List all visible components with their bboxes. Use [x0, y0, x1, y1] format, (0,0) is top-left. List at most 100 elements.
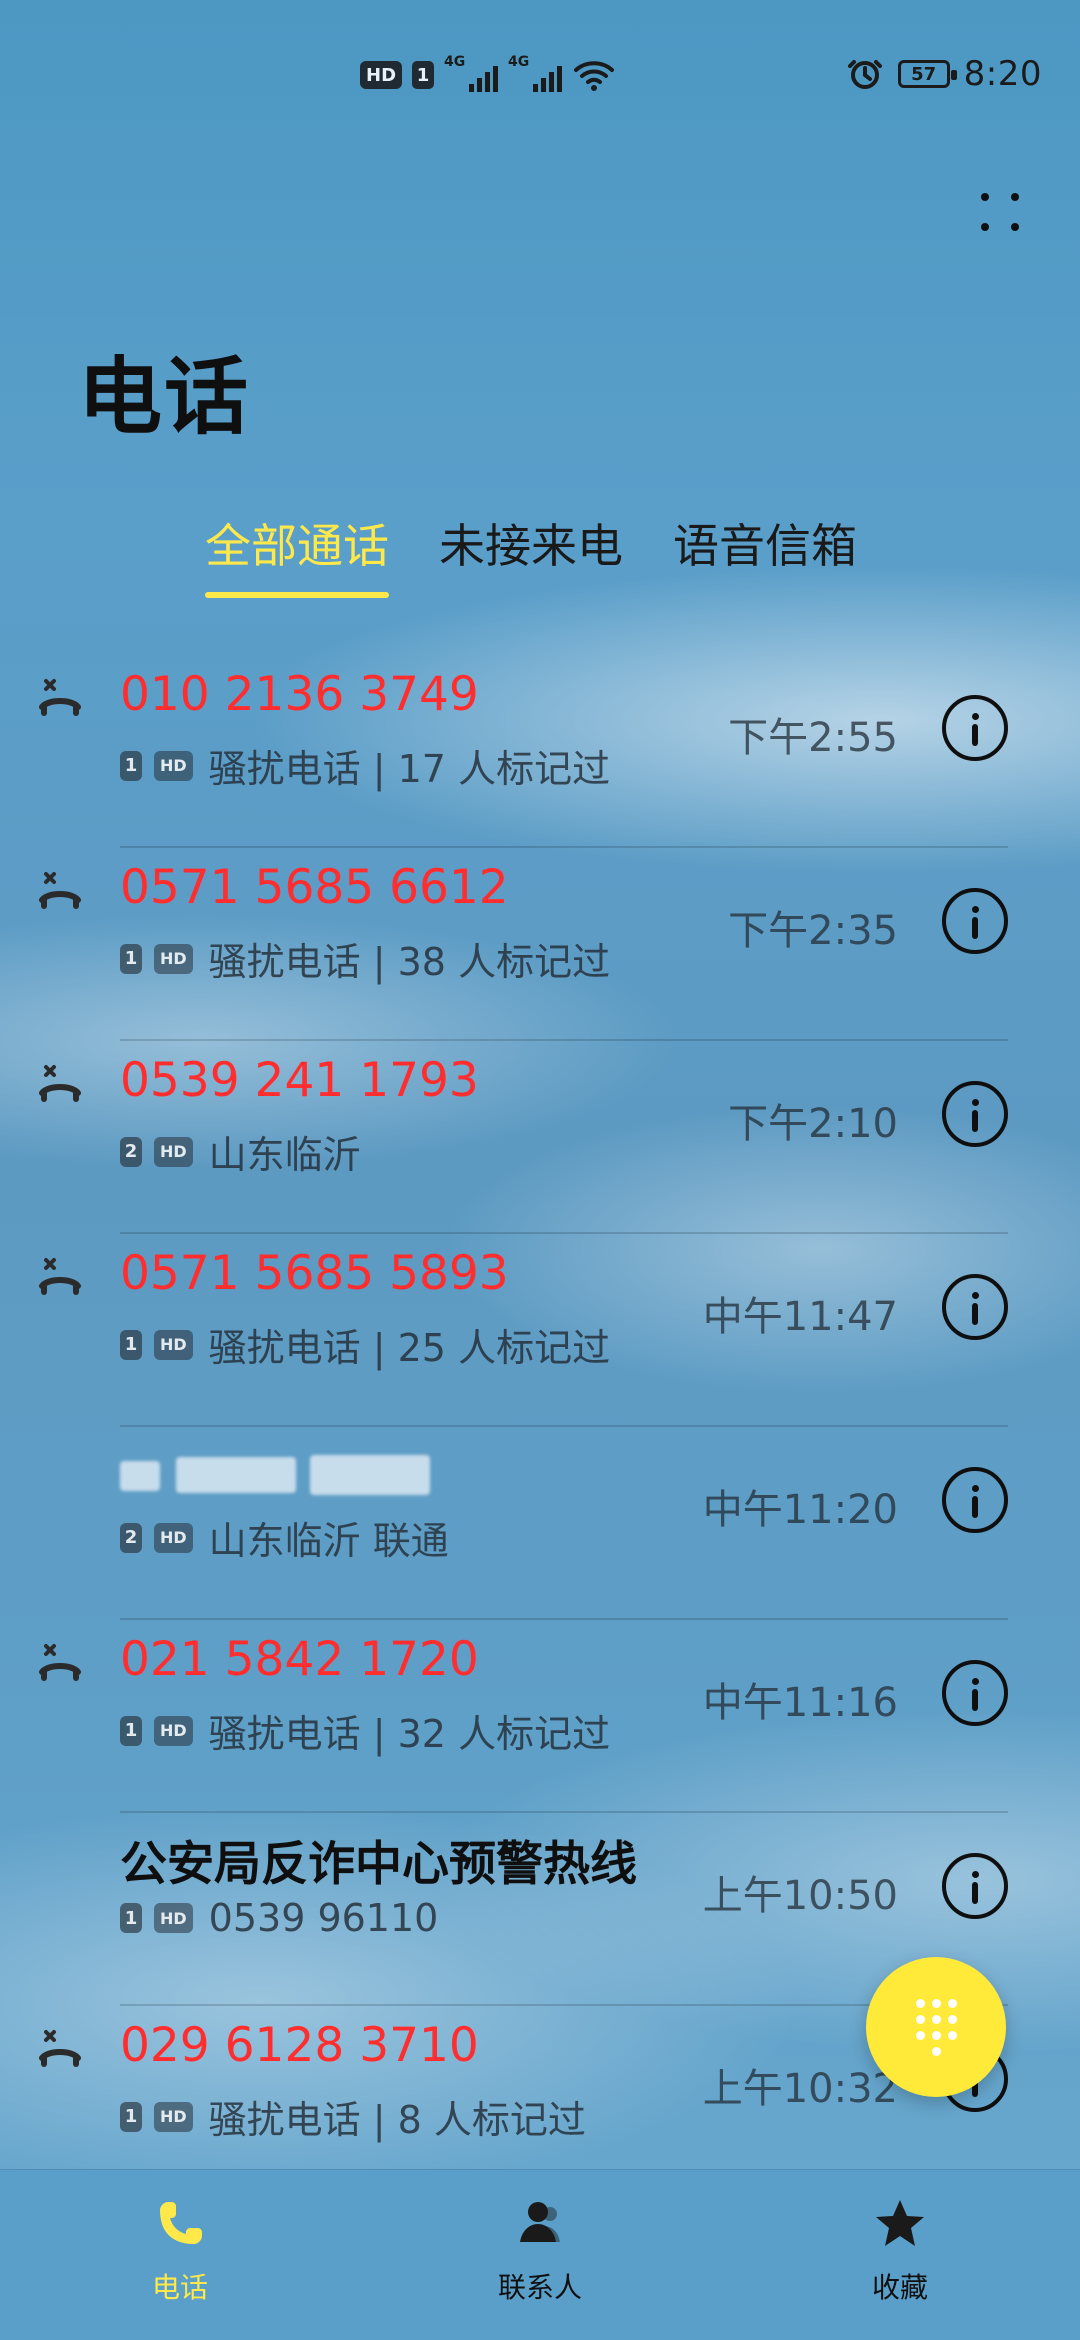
sim1-icon: 1 [412, 61, 435, 89]
alarm-icon [847, 60, 882, 89]
call-time: 下午2:10 [728, 1101, 898, 1147]
call-detail-text: 骚扰电话 | 32 人标记过 [208, 1712, 611, 1756]
sim-indicator: 1 [120, 943, 142, 974]
missed-call-icon [36, 2024, 84, 2072]
signal-icon-1: 4G [444, 54, 499, 92]
status-time: 8:20 [963, 54, 1042, 94]
sim-indicator: 1 [120, 2101, 142, 2132]
call-time: 中午11:47 [702, 1294, 898, 1340]
call-row[interactable]: 0571 5685 5893 1 HD 骚扰电话 | 25 人标记过 中午11:… [0, 1234, 1080, 1427]
call-row[interactable]: 010 2136 3749 1 HD 骚扰电话 | 17 人标记过 下午2:55 [0, 655, 1080, 848]
call-tabs: 全部通话 未接来电 语音信箱 [205, 510, 857, 598]
info-icon[interactable] [942, 1274, 1008, 1340]
signal-icon-2: 4G [508, 54, 563, 92]
redacted-number [120, 1447, 460, 1505]
hd-call-badge: HD [154, 943, 193, 974]
call-detail-text: 0539 96110 [208, 1896, 439, 1940]
tab-missed-calls[interactable]: 未接来电 [439, 510, 623, 598]
info-icon[interactable] [942, 888, 1008, 954]
hd-call-badge: HD [154, 1329, 193, 1360]
call-time: 下午2:35 [728, 908, 898, 954]
page-title: 电话 [78, 348, 251, 446]
call-number: 0571 5685 6612 [120, 860, 509, 915]
hd-call-badge: HD [154, 1715, 193, 1746]
call-number: 021 5842 1720 [120, 1632, 479, 1687]
battery-level: 57 [911, 63, 937, 85]
signal-bars-1 [469, 66, 499, 92]
nav-contacts[interactable]: 联系人 [430, 2192, 650, 2332]
info-icon[interactable] [942, 1467, 1008, 1533]
tab-voicemail[interactable]: 语音信箱 [673, 510, 857, 598]
call-number: 010 2136 3749 [120, 667, 479, 722]
phone-icon [160, 2202, 202, 2244]
hd-icon: HD [360, 61, 403, 89]
more-dots-icon[interactable] [970, 182, 1030, 242]
call-time: 中午11:20 [702, 1487, 898, 1533]
call-detail-text: 骚扰电话 | 38 人标记过 [208, 940, 611, 984]
hd-call-badge: HD [154, 1136, 193, 1167]
status-left: HD 1 4G 4G [360, 54, 616, 92]
sim-indicator: 1 [120, 1903, 142, 1933]
signal-bars-2 [533, 66, 563, 92]
call-time: 下午2:55 [728, 715, 898, 761]
call-detail-text: 山东临沂 联通 [208, 1519, 449, 1563]
hd-call-badge: HD [154, 1522, 193, 1553]
nav-favorites-label: 收藏 [871, 2271, 928, 2304]
dialpad-icon [915, 1998, 957, 2056]
missed-call-icon [36, 1252, 84, 1300]
call-detail: 1 HD 骚扰电话 | 8 人标记过 [120, 2089, 586, 2144]
call-number: 0539 241 1793 [120, 1053, 479, 1108]
call-contact-name: 公安局反诈中心预警热线 [120, 1837, 637, 1892]
call-detail: 1 HD 骚扰电话 | 32 人标记过 [120, 1703, 610, 1758]
call-detail-text: 骚扰电话 | 25 人标记过 [208, 1326, 611, 1370]
call-detail: 1 HD 0539 96110 [120, 1896, 438, 1940]
nav-contacts-label: 联系人 [497, 2271, 582, 2304]
contacts-icon [520, 2202, 560, 2242]
sim-indicator: 2 [120, 1522, 142, 1553]
missed-call-icon [36, 1638, 84, 1686]
missed-call-icon [36, 866, 84, 914]
sim-indicator: 2 [120, 1136, 142, 1167]
network-label-1: 4G [444, 54, 466, 70]
hd-call-badge: HD [154, 750, 193, 781]
call-row[interactable]: 0539 241 1793 2 HD 山东临沂 下午2:10 [0, 1041, 1080, 1234]
call-row[interactable]: 021 5842 1720 1 HD 骚扰电话 | 32 人标记过 中午11:1… [0, 1620, 1080, 1813]
dialpad-button[interactable] [866, 1957, 1006, 2097]
call-number: 029 6128 3710 [120, 2018, 479, 2073]
hd-call-badge: HD [154, 2101, 193, 2132]
wifi-icon [574, 61, 615, 91]
info-icon[interactable] [942, 1660, 1008, 1726]
bottom-nav: 电话 联系人 收藏 [0, 2169, 1080, 2340]
call-row[interactable]: 2 HD 山东临沂 联通 中午11:20 [0, 1427, 1080, 1620]
sim-indicator: 1 [120, 1715, 142, 1746]
nav-phone-label: 电话 [151, 2271, 208, 2304]
status-right: 57 8:20 [846, 54, 1042, 94]
missed-call-icon [36, 1059, 84, 1107]
call-time: 上午10:50 [702, 1873, 898, 1919]
call-row[interactable]: 0571 5685 6612 1 HD 骚扰电话 | 38 人标记过 下午2:3… [0, 848, 1080, 1041]
call-time: 中午11:16 [702, 1680, 898, 1726]
call-detail-text: 山东临沂 [208, 1133, 361, 1177]
info-icon[interactable] [942, 1853, 1008, 1919]
hd-call-badge: HD [154, 1903, 193, 1933]
status-bar: HD 1 4G 4G 57 8:20 [0, 0, 1080, 140]
nav-favorites[interactable]: 收藏 [790, 2192, 1010, 2332]
nav-phone[interactable]: 电话 [70, 2192, 290, 2332]
call-number: 0571 5685 5893 [120, 1246, 509, 1301]
tab-all-calls[interactable]: 全部通话 [205, 510, 389, 598]
call-detail-text: 骚扰电话 | 8 人标记过 [208, 2098, 586, 2142]
call-detail: 1 HD 骚扰电话 | 38 人标记过 [120, 931, 610, 986]
call-detail: 1 HD 骚扰电话 | 25 人标记过 [120, 1317, 610, 1372]
call-time: 上午10:32 [702, 2066, 898, 2112]
call-detail: 2 HD 山东临沂 [120, 1124, 361, 1179]
call-detail: 2 HD 山东临沂 联通 [120, 1510, 449, 1565]
info-icon[interactable] [942, 1081, 1008, 1147]
network-label-2: 4G [508, 54, 530, 70]
sim-indicator: 1 [120, 1329, 142, 1360]
battery-icon: 57 [897, 60, 957, 88]
call-detail: 1 HD 骚扰电话 | 17 人标记过 [120, 738, 610, 793]
info-icon[interactable] [942, 695, 1008, 761]
call-detail-text: 骚扰电话 | 17 人标记过 [208, 747, 611, 791]
star-icon [876, 2200, 924, 2246]
sim-indicator: 1 [120, 750, 142, 781]
